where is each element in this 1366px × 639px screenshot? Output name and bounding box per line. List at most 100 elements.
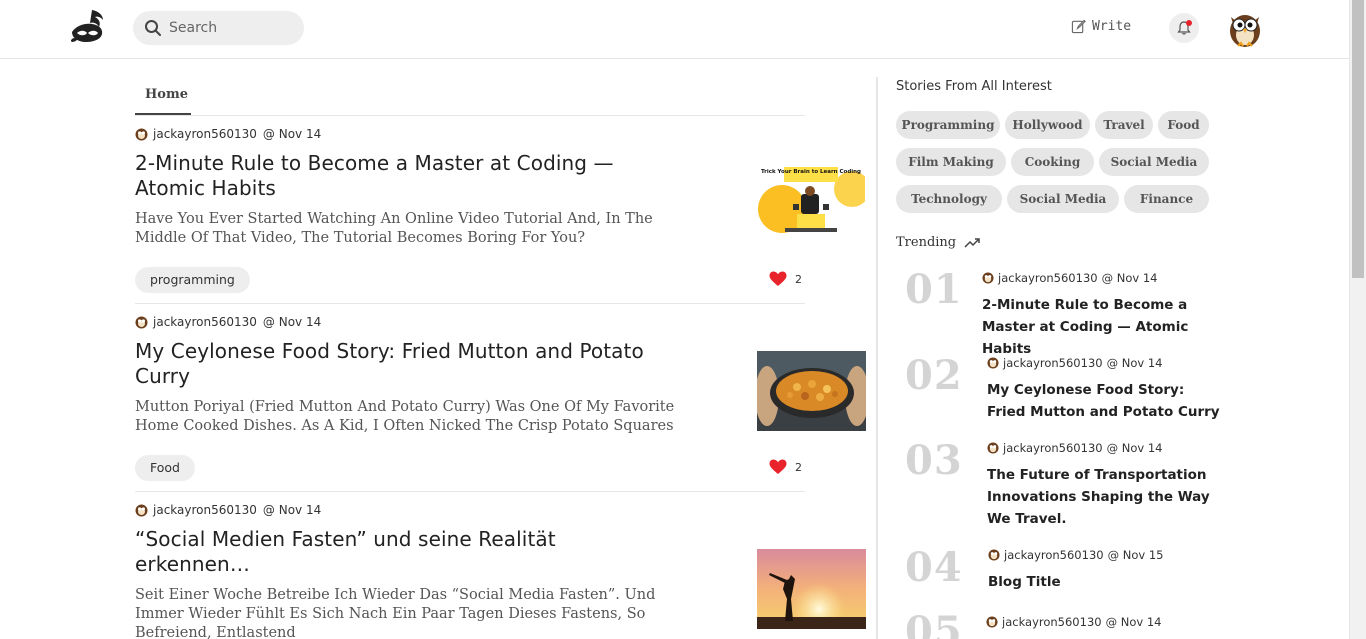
trending-item[interactable]: jackayron560130 @ Nov 14 [986,615,1226,629]
trending-title[interactable]: 2-Minute Rule to Become a Master at Codi… [982,294,1220,360]
author-avatar[interactable] [986,616,998,628]
interests-title: Stories From All Interest [896,79,1052,94]
trending-date: @ Nov 14 [1105,615,1162,629]
trending-number: 03 [905,437,963,484]
post-thumbnail[interactable] [757,549,866,629]
post-divider [135,491,805,492]
author-avatar[interactable] [135,316,148,329]
trending-up-icon [964,237,980,248]
trending-author[interactable]: jackayron560130 [1004,548,1104,562]
post-card[interactable]: jackayron560130 @ Nov 14 My Ceylonese Fo… [135,315,867,481]
interest-tag-social-media[interactable]: Social Media [1007,185,1119,213]
post-title[interactable]: 2-Minute Rule to Become a Master at Codi… [135,151,675,201]
post-card[interactable]: jackayron560130 @ Nov 14 “Social Medien … [135,503,867,639]
trending-meta: jackayron560130 @ Nov 14 [982,271,1222,285]
trending-number: 02 [905,352,963,399]
trending-item[interactable]: jackayron560130 @ Nov 14 My Ceylonese Fo… [987,356,1227,423]
interest-tag-social-media[interactable]: Social Media [1099,148,1209,176]
post-thumbnail[interactable] [757,351,866,431]
notification-dot [1186,20,1192,26]
heart-icon [769,459,787,474]
trending-item[interactable]: jackayron560130 @ Nov 14 2-Minute Rule t… [982,271,1222,360]
interest-tag-finance[interactable]: Finance [1124,185,1209,213]
post-title[interactable]: “Social Medien Fasten” und seine Realitä… [135,527,675,577]
interest-tag-food[interactable]: Food [1158,111,1209,139]
coding-illustration: Trick Your Brain to Learn Coding [757,164,865,241]
heart-icon [769,271,787,286]
trending-author[interactable]: jackayron560130 [998,271,1098,285]
trending-meta: jackayron560130 @ Nov 14 [986,615,1226,629]
author-avatar[interactable] [987,442,999,454]
like-button[interactable]: 2 [769,459,802,475]
search-input[interactable] [169,20,289,36]
thumb-caption: Trick Your Brain to Learn Coding [761,169,861,175]
post-divider [135,303,805,304]
interest-tag-travel[interactable]: Travel [1095,111,1153,139]
food-photo [757,351,866,431]
post-author[interactable]: jackayron560130 [153,315,257,329]
post-meta: jackayron560130 @ Nov 14 [135,503,867,517]
trending-author[interactable]: jackayron560130 [1003,356,1103,370]
post-tag[interactable]: Food [135,455,195,481]
notifications-button[interactable] [1169,13,1199,43]
interest-tag-cooking[interactable]: Cooking [1011,148,1094,176]
search-icon [145,20,161,36]
trending-date: @ Nov 14 [1101,271,1158,285]
trending-author[interactable]: jackayron560130 [1003,441,1103,455]
trending-title[interactable]: The Future of Transportation Innovations… [987,464,1225,530]
trending-number: 04 [905,544,963,591]
trending-meta: jackayron560130 @ Nov 14 [987,356,1227,370]
interest-tag-programming[interactable]: Programming [896,111,1000,139]
post-author[interactable]: jackayron560130 [153,127,257,141]
scrollbar-thumb[interactable] [1352,0,1364,278]
tab-home[interactable]: Home [135,79,191,115]
post-title[interactable]: My Ceylonese Food Story: Fried Mutton an… [135,339,675,389]
scrollbar[interactable] [1349,0,1366,639]
sunset-photo [757,549,866,629]
interest-tag-hollywood[interactable]: Hollywood [1005,111,1090,139]
logo-icon[interactable] [68,8,108,46]
post-date: @ Nov 14 [262,127,322,141]
post-meta: jackayron560130 @ Nov 14 [135,315,867,329]
post-tag[interactable]: programming [135,267,250,293]
post-thumbnail[interactable]: Trick Your Brain to Learn Coding [757,164,865,241]
post-excerpt: Seit Einer Woche Betreibe Ich Wieder Das… [135,587,656,639]
tabs-divider [135,115,805,116]
trending-meta: jackayron560130 @ Nov 14 [987,441,1227,455]
like-button[interactable]: 2 [769,271,802,287]
author-avatar[interactable] [982,272,994,284]
search-bar[interactable] [133,11,304,45]
edit-icon [1071,19,1086,34]
post-excerpt: Have You Ever Started Watching An Online… [135,211,653,246]
trending-date: @ Nov 15 [1107,548,1164,562]
post-excerpt: Mutton Poriyal (Fried Mutton And Potato … [135,399,675,434]
post-footer: programming 2 [135,267,805,293]
trending-title[interactable]: Blog Title [988,571,1226,593]
trending-title[interactable]: My Ceylonese Food Story: Fried Mutton an… [987,379,1225,423]
user-avatar[interactable] [1225,9,1265,49]
interest-tag-technology[interactable]: Technology [896,185,1002,213]
post-date: @ Nov 14 [262,315,322,329]
trending-author[interactable]: jackayron560130 [1002,615,1102,629]
author-avatar[interactable] [988,549,1000,561]
trending-date: @ Nov 14 [1106,441,1163,455]
trending-meta: jackayron560130 @ Nov 15 [988,548,1228,562]
trending-label: Trending [896,235,957,250]
top-navbar: Write [0,0,1349,59]
write-button[interactable]: Write [1071,19,1131,34]
interest-tag-film-making[interactable]: Film Making [896,148,1006,176]
author-avatar[interactable] [135,504,148,517]
trending-item[interactable]: jackayron560130 @ Nov 14 The Future of T… [987,441,1227,530]
post-date: @ Nov 14 [262,503,322,517]
author-avatar[interactable] [987,357,999,369]
like-count: 2 [795,460,802,474]
post-footer: Food 2 [135,455,805,481]
column-divider [876,77,878,639]
post-author[interactable]: jackayron560130 [153,503,257,517]
post-card[interactable]: jackayron560130 @ Nov 14 2-Minute Rule t… [135,127,867,293]
write-label: Write [1092,19,1132,34]
like-count: 2 [795,272,802,286]
trending-number: 05 [905,608,963,639]
trending-item[interactable]: jackayron560130 @ Nov 15 Blog Title [988,548,1228,593]
author-avatar[interactable] [135,128,148,141]
